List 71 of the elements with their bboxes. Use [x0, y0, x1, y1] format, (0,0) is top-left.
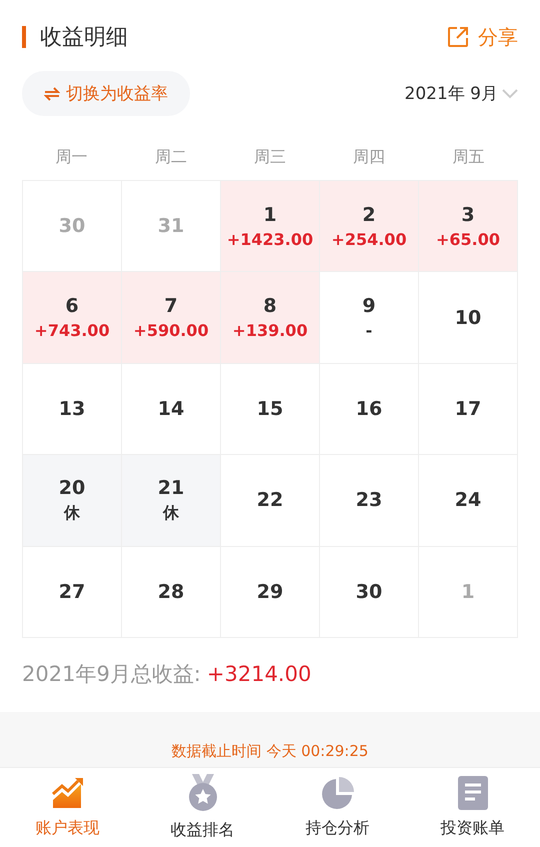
- calendar-day[interactable]: 22: [221, 455, 320, 547]
- day-amount: +254.00: [331, 230, 407, 249]
- day-number: 8: [263, 295, 277, 318]
- weekday-label: 周四: [352, 146, 386, 168]
- document-icon: [458, 776, 488, 810]
- calendar-day[interactable]: 16: [320, 364, 419, 456]
- share-icon: [446, 25, 470, 49]
- day-number: 6: [65, 295, 79, 318]
- month-picker[interactable]: 2021年 9月: [404, 82, 518, 105]
- day-number: 22: [256, 489, 284, 512]
- day-amount: +590.00: [133, 321, 209, 340]
- day-number: 1: [263, 204, 277, 226]
- calendar-day[interactable]: 28: [122, 546, 221, 638]
- day-number: 23: [356, 489, 382, 512]
- day-number: 2: [362, 204, 376, 226]
- total-label: 2021年9月总收益:: [22, 662, 201, 686]
- day-number: 24: [454, 489, 482, 512]
- day-number: 1: [461, 580, 475, 603]
- day-number: 7: [164, 295, 178, 318]
- calendar-day[interactable]: 8 +139.00: [221, 272, 320, 364]
- page-title: 收益明细: [40, 24, 128, 52]
- calendar-day[interactable]: 23: [320, 455, 419, 547]
- weekday-label: 周一: [54, 146, 89, 168]
- day-number: 31: [158, 215, 184, 238]
- day-number: 16: [356, 398, 382, 420]
- accent-bar: [22, 26, 26, 48]
- update-time: 数据截止时间 今天 00:29:25: [172, 742, 368, 761]
- day-amount: +743.00: [34, 321, 110, 340]
- swap-icon: [44, 86, 60, 100]
- calendar-day[interactable]: 10: [419, 272, 518, 364]
- day-amount: +1423.00: [226, 230, 314, 249]
- calendar-day[interactable]: 9 -: [320, 272, 419, 364]
- calendar-day[interactable]: 7 +590.00: [122, 272, 221, 364]
- day-number: 27: [58, 580, 86, 603]
- day-amount: 休: [163, 502, 179, 524]
- calendar-day[interactable]: 1 +1423.00: [221, 181, 320, 272]
- calendar-day[interactable]: 24: [419, 455, 518, 547]
- calendar-day[interactable]: 30: [320, 546, 419, 638]
- day-amount: -: [366, 321, 372, 340]
- calendar-day[interactable]: 15: [221, 364, 320, 456]
- calendar-day[interactable]: 17: [419, 364, 518, 456]
- day-number: 14: [158, 398, 184, 420]
- chevron-down-icon: [502, 88, 518, 98]
- calendar-day[interactable]: 2 +254.00: [320, 181, 419, 272]
- day-number: 28: [158, 580, 184, 603]
- total-value: +3214.00: [206, 662, 312, 686]
- day-amount: +65.00: [436, 230, 500, 249]
- calendar-day[interactable]: 29: [221, 546, 320, 638]
- day-number: 29: [256, 580, 284, 603]
- day-number: 17: [454, 398, 482, 420]
- trend-chart-icon: [50, 776, 84, 810]
- weekday-label: 周五: [451, 146, 486, 168]
- day-number: 13: [58, 398, 86, 420]
- day-amount: +139.00: [232, 321, 308, 340]
- pie-chart-icon: [320, 776, 354, 810]
- calendar-day[interactable]: 27: [23, 546, 122, 638]
- calendar-day[interactable]: 20 休: [23, 455, 122, 547]
- day-number: 3: [461, 204, 475, 226]
- day-number: 20: [58, 476, 86, 499]
- calendar-day[interactable]: 21 休: [122, 455, 221, 547]
- day-number: 30: [58, 215, 86, 238]
- day-amount: 休: [64, 502, 80, 524]
- day-number: 10: [454, 306, 482, 329]
- calendar-day[interactable]: 3 +65.00: [419, 181, 518, 272]
- day-number: 9: [362, 295, 376, 318]
- day-number: 30: [356, 580, 382, 603]
- weekday-label: 周二: [154, 146, 188, 168]
- day-number: 21: [158, 476, 184, 499]
- day-number: 15: [256, 398, 284, 420]
- weekday-label: 周三: [252, 146, 287, 168]
- calendar-day[interactable]: 6 +743.00: [23, 272, 122, 364]
